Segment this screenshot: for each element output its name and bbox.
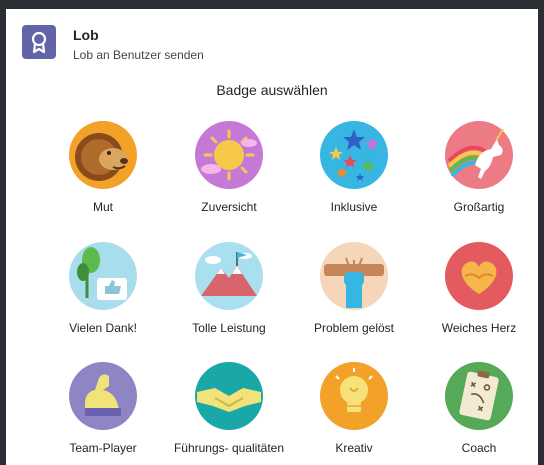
app-subtitle: Lob an Benutzer senden (73, 48, 204, 62)
badge-vielen-dank[interactable]: Vielen Dank! (43, 242, 163, 352)
badge-zuversicht[interactable]: Zuversicht (169, 121, 289, 231)
badge-label: Team-Player (69, 441, 137, 455)
handshake-icon (195, 362, 263, 430)
lion-icon (69, 121, 137, 189)
stars-icon (320, 121, 388, 189)
badge-problem-geloest[interactable]: Problem gelöst (294, 242, 414, 352)
badge-kreativ[interactable]: Kreativ (294, 362, 414, 465)
badge-label: Kreativ (335, 441, 373, 455)
badge-label: Weiches Herz (441, 321, 517, 335)
mountain-flag-icon (195, 242, 263, 310)
badge-team-player[interactable]: Team-Player (43, 362, 163, 465)
badge-label: Coach (461, 441, 497, 455)
badge-label: Vielen Dank! (69, 321, 137, 335)
light-bulb-icon (320, 362, 388, 430)
badge-label: Mut (92, 200, 113, 214)
badge-label: Inklusive (330, 200, 378, 214)
app-title: Lob (73, 27, 99, 43)
clipboard-icon (445, 362, 513, 430)
badge-grossartig[interactable]: Großartig (419, 121, 538, 231)
heart-hands-icon (445, 242, 513, 310)
badge-label: Problem gelöst (313, 321, 395, 335)
thumbs-up-plant-icon (69, 242, 137, 310)
badge-label: Tolle Leistung (192, 321, 266, 335)
badge-fuehrungsqualitaeten[interactable]: Führungs- qualitäten (169, 362, 289, 465)
badge-label: Zuversicht (201, 200, 257, 214)
badge-coach[interactable]: Coach (419, 362, 538, 465)
badge-inklusive[interactable]: Inklusive (294, 121, 414, 231)
badge-weiches-herz[interactable]: Weiches Herz (419, 242, 538, 352)
section-title: Badge auswählen (216, 82, 328, 98)
badge-mut[interactable]: Mut (43, 121, 163, 231)
flexed-arm-icon (69, 362, 137, 430)
badge-tolle-leistung[interactable]: Tolle Leistung (169, 242, 289, 352)
praise-card: Lob Lob an Benutzer senden Badge auswähl… (6, 9, 538, 465)
unicorn-icon (445, 121, 513, 189)
sun-icon (195, 121, 263, 189)
raised-fist-icon (320, 242, 388, 310)
award-ribbon-icon (22, 25, 56, 59)
badge-label: Großartig (453, 200, 505, 214)
badge-label: Führungs- qualitäten (173, 441, 285, 455)
